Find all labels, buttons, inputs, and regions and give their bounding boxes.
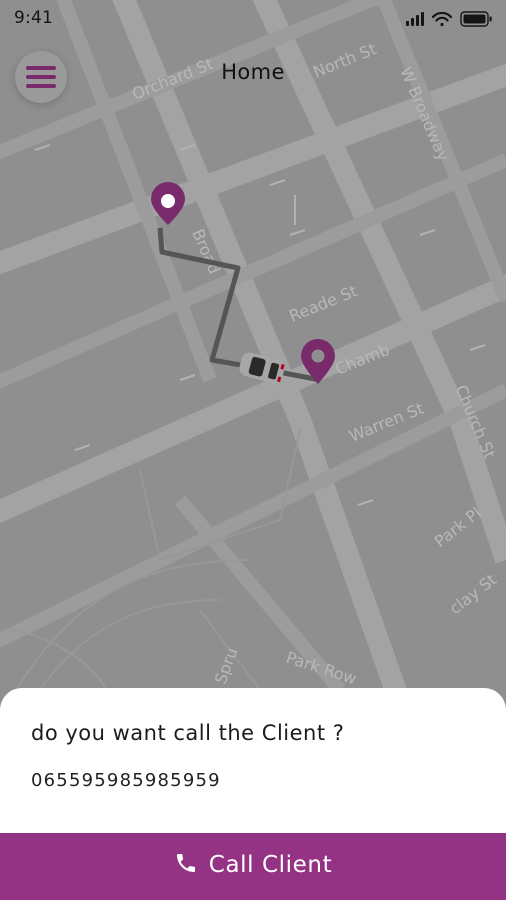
status-bar: 9:41 [0, 0, 506, 38]
app-header: Home [0, 42, 506, 110]
page-title: Home [221, 60, 285, 84]
wifi-icon [431, 11, 453, 27]
signal-icon [406, 12, 424, 26]
call-client-button[interactable]: Call Client [0, 833, 506, 900]
call-prompt-text: do you want call the Client ? [31, 721, 345, 745]
call-button-content: Call Client [0, 851, 506, 878]
phone-icon [176, 854, 195, 872]
status-time: 9:41 [14, 8, 53, 28]
call-button-label: Call Client [208, 852, 333, 878]
call-client-sheet: do you want call the Client ? 0655959859… [0, 688, 506, 900]
battery-icon [460, 11, 492, 27]
client-phone-number: 065595985985959 [31, 770, 221, 791]
app-screen: Orchard St North St W Broadway Broad Rea… [0, 0, 506, 900]
status-icons [406, 11, 492, 27]
